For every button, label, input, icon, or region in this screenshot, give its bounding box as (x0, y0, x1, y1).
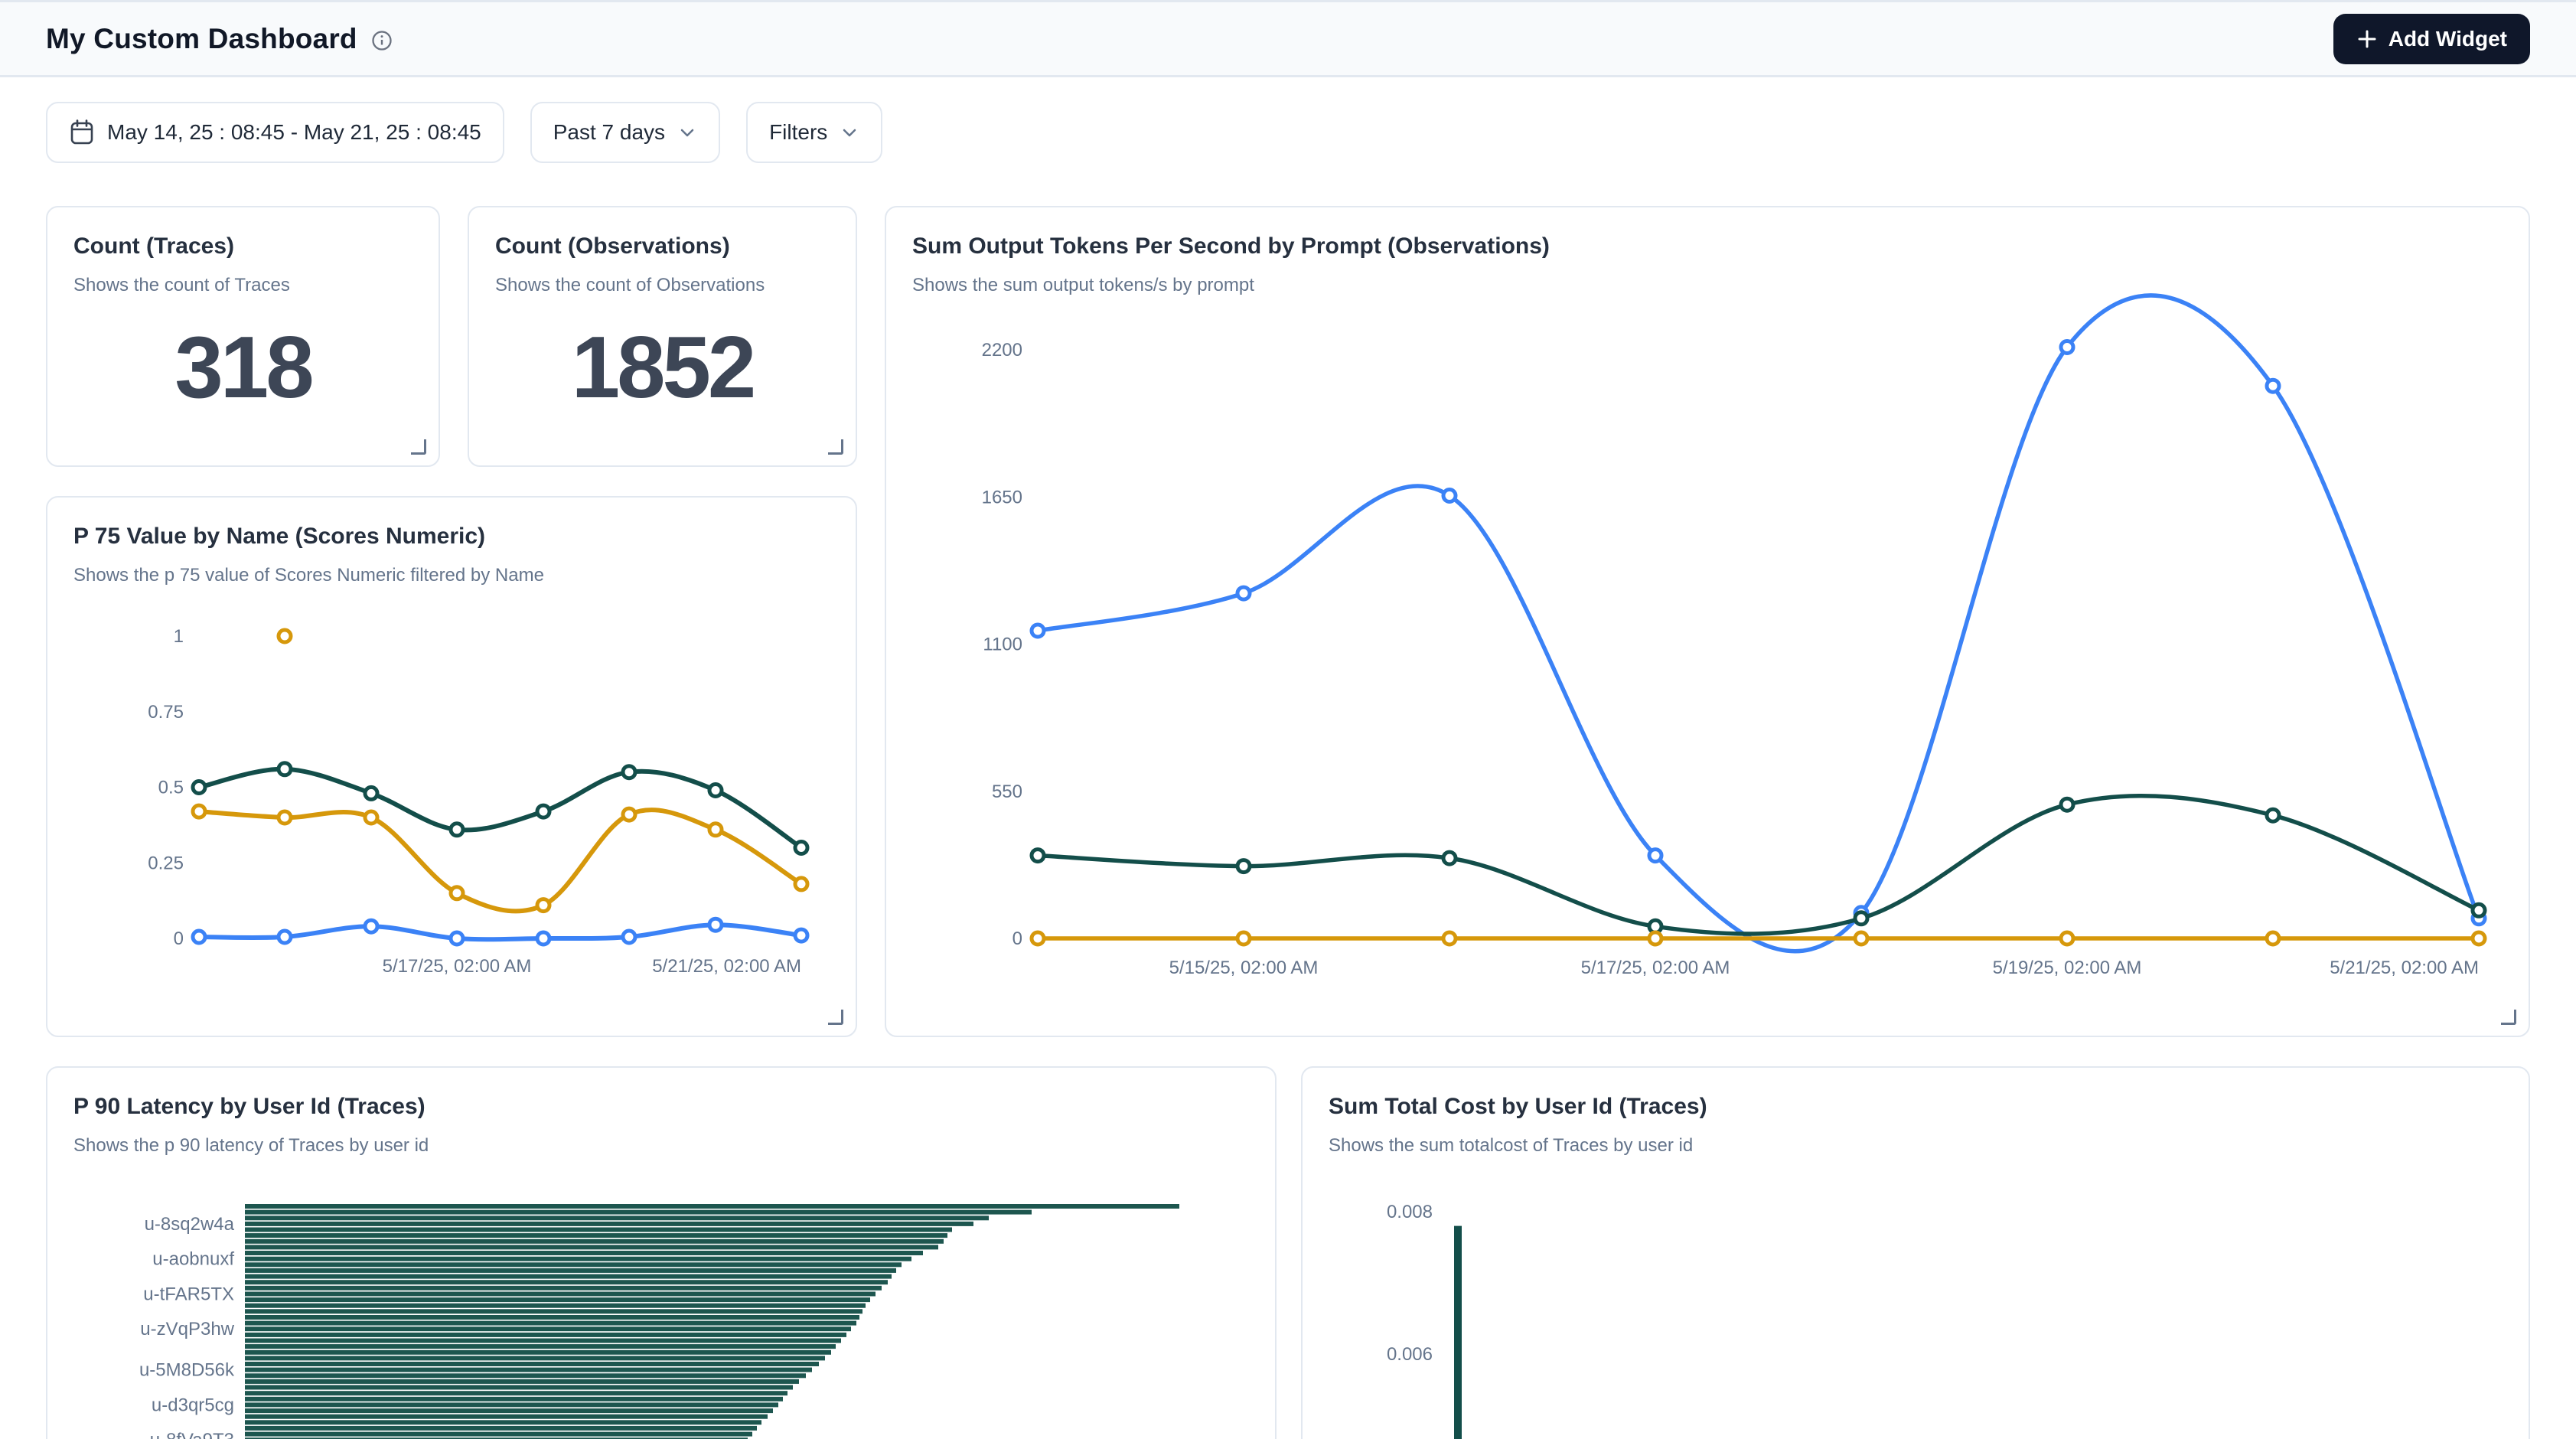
svg-text:0.25: 0.25 (148, 853, 184, 873)
svg-text:5/19/25, 02:00 AM: 5/19/25, 02:00 AM (1993, 958, 2142, 978)
date-preset-dropdown[interactable]: Past 7 days (530, 102, 720, 163)
info-icon[interactable] (371, 30, 393, 51)
svg-text:u-tFAR5TX: u-tFAR5TX (143, 1284, 234, 1304)
svg-text:2200: 2200 (982, 340, 1022, 361)
dashboard-grid-bottom: P 90 Latency by User Id (Traces) Shows t… (46, 1066, 2530, 1439)
resize-handle[interactable] (828, 1010, 843, 1025)
widget-subtitle: Shows the count of Traces (73, 275, 412, 296)
svg-text:u-aobnuxf: u-aobnuxf (152, 1249, 234, 1270)
svg-text:u-zVqP3hw: u-zVqP3hw (140, 1319, 234, 1339)
svg-text:1650: 1650 (982, 487, 1022, 507)
widget-count-traces: Count (Traces) Shows the count of Traces… (46, 206, 440, 467)
chevron-down-icon (677, 122, 697, 142)
page-title: My Custom Dashboard (46, 23, 357, 55)
svg-text:5/17/25, 02:00 AM: 5/17/25, 02:00 AM (383, 956, 532, 977)
svg-text:1100: 1100 (983, 635, 1022, 655)
svg-text:0.006: 0.006 (1387, 1344, 1433, 1365)
p75-scores-line-chart: 1 0.75 0.5 0.25 0 5/17/25, 02:00 AM 5/21/25, 0… (73, 605, 833, 997)
widget-subtitle: Shows the p 75 value of Scores Numeric f… (73, 565, 830, 586)
widget-total-cost-chart: Sum Total Cost by User Id (Traces) Shows… (1301, 1066, 2530, 1439)
add-widget-button[interactable]: Add Widget (2333, 14, 2530, 64)
widget-subtitle: Shows the p 90 latency of Traces by user… (73, 1135, 1249, 1157)
widget-title: P 90 Latency by User Id (Traces) (73, 1094, 1249, 1120)
svg-text:u-5M8D56k: u-5M8D56k (139, 1360, 235, 1381)
filters-dropdown[interactable]: Filters (746, 102, 882, 163)
svg-text:1: 1 (174, 626, 184, 647)
widget-subtitle: Shows the sum totalcost of Traces by use… (1329, 1135, 2503, 1157)
widget-title: Sum Total Cost by User Id (Traces) (1329, 1094, 2503, 1120)
svg-text:u-8fVa9T3: u-8fVa9T3 (150, 1430, 234, 1439)
resize-handle[interactable] (828, 439, 843, 455)
svg-text:u-d3qr5cg: u-d3qr5cg (152, 1395, 234, 1415)
date-preset-value: Past 7 days (553, 120, 665, 145)
add-widget-label: Add Widget (2389, 27, 2507, 51)
total-cost-bar-chart: 0.008 0.006 (1329, 1194, 2506, 1439)
svg-text:0: 0 (1012, 928, 1022, 949)
page-header: My Custom Dashboard Add Widget (0, 0, 2576, 77)
chevron-down-icon (840, 122, 859, 142)
date-range-value: May 14, 25 : 08:45 - May 21, 25 : 08:45 (107, 120, 481, 145)
count-observations-value: 1852 (572, 318, 754, 418)
widget-title: Count (Traces) (73, 233, 412, 259)
svg-text:5/21/25, 02:00 AM: 5/21/25, 02:00 AM (652, 956, 801, 977)
resize-handle[interactable] (2501, 1010, 2516, 1025)
filters-label: Filters (769, 120, 827, 145)
plus-icon (2356, 28, 2378, 50)
widget-output-tokens-chart: Sum Output Tokens Per Second by Prompt (… (885, 206, 2530, 1037)
p90-latency-bar-chart: u-8sq2w4a u-aobnuxf u-tFAR5TX u-zVqP3hw u-5M… (73, 1194, 1252, 1439)
output-tokens-line-chart: 2200 1650 1100 550 0 5/15/25, 02:00 AM 5/17/25… (912, 321, 2506, 995)
widget-title: Sum Output Tokens Per Second by Prompt (… (912, 233, 2503, 259)
filter-bar: May 14, 25 : 08:45 - May 21, 25 : 08:45 … (0, 102, 2576, 163)
svg-text:0.008: 0.008 (1387, 1202, 1433, 1222)
calendar-icon (69, 119, 95, 146)
widget-subtitle: Shows the count of Observations (495, 275, 830, 296)
widget-subtitle: Shows the sum output tokens/s by prompt (912, 275, 2503, 296)
svg-text:0.75: 0.75 (148, 702, 184, 723)
svg-text:5/17/25, 02:00 AM: 5/17/25, 02:00 AM (1581, 958, 1730, 978)
date-range-picker[interactable]: May 14, 25 : 08:45 - May 21, 25 : 08:45 (46, 102, 504, 163)
widget-p75-scores-chart: P 75 Value by Name (Scores Numeric) Show… (46, 496, 857, 1037)
widget-title: P 75 Value by Name (Scores Numeric) (73, 524, 830, 550)
svg-text:0: 0 (174, 928, 184, 949)
widget-title: Count (Observations) (495, 233, 830, 259)
widget-p90-latency-chart: P 90 Latency by User Id (Traces) Shows t… (46, 1066, 1277, 1439)
widget-count-observations: Count (Observations) Shows the count of … (468, 206, 857, 467)
resize-handle[interactable] (411, 439, 426, 455)
svg-text:0.5: 0.5 (158, 778, 184, 798)
count-traces-value: 318 (174, 318, 311, 418)
svg-text:5/21/25, 02:00 AM: 5/21/25, 02:00 AM (2330, 958, 2479, 978)
dashboard-grid-top: Count (Traces) Shows the count of Traces… (46, 206, 2530, 1037)
svg-text:550: 550 (992, 781, 1022, 802)
svg-text:5/15/25, 02:00 AM: 5/15/25, 02:00 AM (1169, 958, 1319, 978)
svg-text:u-8sq2w4a: u-8sq2w4a (145, 1214, 235, 1235)
